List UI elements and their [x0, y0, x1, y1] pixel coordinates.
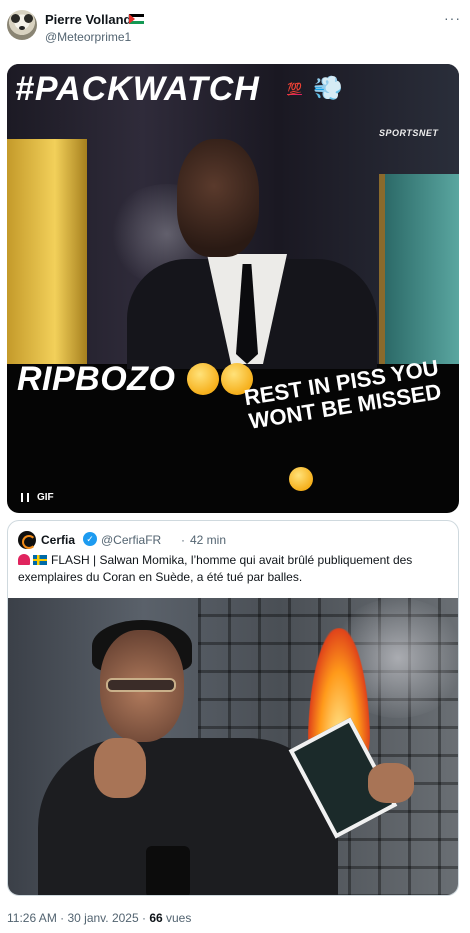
gif-controls: GIF	[21, 492, 54, 503]
quote-photo[interactable]	[8, 598, 458, 895]
views-count: 66	[149, 911, 163, 925]
quote-author-name[interactable]: Cerfia	[41, 533, 75, 547]
rolling-laughing-icon	[289, 467, 313, 491]
quote-text-body: FLASH | Salwan Momika, l’homme qui avait…	[18, 553, 413, 584]
quoted-tweet[interactable]: Cerfia ✓ @CerfiaFR · 42 min FLASH | Salw…	[7, 520, 459, 896]
author-name[interactable]: Pierre Volland	[45, 12, 131, 27]
tweet-timestamp[interactable]: 11:26 AM · 30 janv. 2025 ·	[7, 911, 149, 925]
gif-caption-top: #PACKWATCH	[15, 70, 260, 108]
gif-badge: GIF	[37, 492, 54, 503]
tweet-metadata: 11:26 AM · 30 janv. 2025 · 66 vues	[7, 911, 191, 925]
verified-badge-icon: ✓	[83, 532, 97, 546]
separator-dot: ·	[181, 533, 185, 547]
rolling-laughing-icon	[187, 363, 219, 395]
palestine-flag-icon	[129, 14, 144, 24]
author-handle[interactable]: @Meteorprime1	[45, 30, 131, 44]
gif-scene: SPORTSNET	[7, 64, 459, 369]
gif-watermark: SPORTSNET	[379, 128, 439, 138]
quote-timestamp[interactable]: 42 min	[190, 533, 226, 547]
sweden-flag-icon	[33, 555, 47, 565]
author-avatar[interactable]	[7, 10, 37, 40]
views-label: vues	[162, 911, 192, 925]
quote-text: FLASH | Salwan Momika, l’homme qui avait…	[18, 552, 450, 586]
gif-media[interactable]: SPORTSNET #PACKWATCH 💯 💨 RIPBOZO REST IN…	[7, 64, 459, 513]
dash-puff-icon: 💨	[313, 75, 343, 102]
quote-author-avatar[interactable]	[18, 531, 36, 549]
tweet-header: Pierre Volland @Meteorprime1 ···	[0, 0, 470, 60]
more-options-icon[interactable]: ···	[444, 10, 461, 26]
pause-icon[interactable]	[21, 493, 29, 502]
quote-author-handle[interactable]: @CerfiaFR	[101, 533, 161, 547]
gif-caption-mid: RIPBOZO	[17, 360, 176, 398]
siren-icon	[18, 554, 30, 565]
hundred-points-icon: 💯	[287, 82, 302, 96]
